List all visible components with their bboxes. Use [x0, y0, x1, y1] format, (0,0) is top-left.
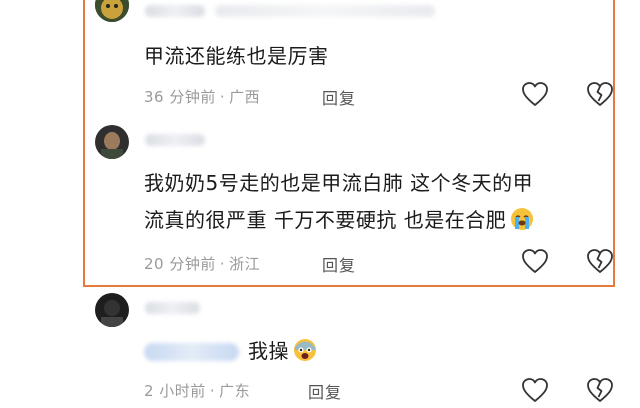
comment-meta: 36 分钟前 · 广西 — [144, 86, 260, 107]
mention-blurred[interactable] — [144, 343, 239, 361]
comment-time: 36 分钟前 — [144, 88, 216, 106]
comment-location: 广西 — [229, 88, 261, 106]
reply-button[interactable]: 回复 — [322, 252, 356, 276]
reply-button[interactable]: 回复 — [308, 379, 342, 403]
avatar[interactable] — [95, 293, 129, 327]
comment-location: 广东 — [219, 382, 251, 400]
username-blurred — [145, 302, 200, 314]
comment-location: 浙江 — [229, 255, 261, 273]
broken-heart-icon[interactable] — [585, 247, 615, 275]
comment-text-line: 流真的很严重 千万不要硬抗 也是在合肥 — [144, 203, 534, 237]
like-heart-icon[interactable] — [520, 247, 550, 275]
username-blurred — [215, 5, 435, 17]
meta-separator: · — [219, 255, 226, 273]
comment-meta: 20 分钟前 · 浙江 — [144, 253, 260, 274]
broken-heart-icon[interactable] — [585, 80, 615, 108]
username-blurred — [145, 5, 205, 17]
like-heart-icon[interactable] — [520, 376, 550, 404]
comment-time: 2 小时前 — [144, 382, 206, 400]
shocked-emoji-icon — [293, 338, 317, 362]
broken-heart-icon[interactable] — [585, 376, 615, 404]
like-heart-icon[interactable] — [520, 80, 550, 108]
meta-separator: · — [209, 382, 216, 400]
avatar[interactable] — [95, 125, 129, 159]
reply-button[interactable]: 回复 — [322, 85, 356, 109]
username-blurred — [145, 134, 205, 146]
meta-separator: · — [219, 88, 226, 106]
comment-meta: 2 小时前 · 广东 — [144, 380, 250, 401]
comment-text: 我操 — [248, 334, 317, 368]
comment-text: 甲流还能练也是厉害 — [144, 44, 329, 68]
crying-emoji-icon — [510, 207, 534, 231]
comment-time: 20 分钟前 — [144, 255, 216, 273]
comment-text-line: 我奶奶5号走的也是甲流白肺 这个冬天的甲 — [144, 171, 534, 195]
